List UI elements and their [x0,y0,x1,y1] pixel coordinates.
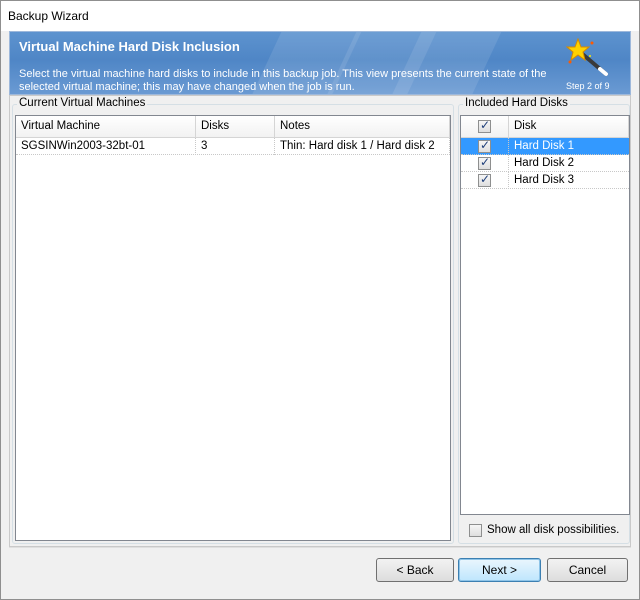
current-vms-group: Current Virtual Machines Virtual Machine… [12,97,454,544]
select-all-checkbox[interactable]: ✓ [478,118,491,133]
checkmark-icon: ✓ [480,118,491,132]
footer-divider [9,547,631,548]
magic-wand-icon [566,38,608,76]
checkmark-icon: ✓ [480,155,491,169]
vm-notes-cell: Thin: Hard disk 1 / Hard disk 2 [275,138,450,155]
disk-row-3[interactable]: ✓ Hard Disk 3 [461,172,629,189]
wizard-body: Current Virtual Machines Virtual Machine… [9,95,631,547]
column-notes[interactable]: Notes [275,116,450,138]
show-all-option[interactable]: Show all disk possibilities. [469,523,629,539]
checkmark-icon: ✓ [480,138,491,152]
disk-row-1[interactable]: ✓ Hard Disk 1 [461,138,629,155]
included-disks-legend: Included Hard Disks [463,97,570,109]
current-vms-legend: Current Virtual Machines [17,97,148,109]
checkmark-icon: ✓ [480,172,491,186]
vm-list-header: Virtual Machine Disks Notes [16,116,450,138]
vm-disks-cell: 3 [196,138,275,155]
disk-1-checkbox[interactable]: ✓ [478,138,491,153]
header-description: Select the virtual machine hard disks to… [19,68,547,93]
select-all-column[interactable]: ✓ [461,116,509,138]
disk-3-label: Hard Disk 3 [514,174,575,186]
vm-listview[interactable]: Virtual Machine Disks Notes SGSINWin2003… [15,115,451,541]
column-disk[interactable]: Disk [509,116,629,138]
column-disks[interactable]: Disks [196,116,275,138]
included-disks-group: Included Hard Disks ✓ Disk ✓ Hard Disk 1… [458,97,630,544]
disk-3-checkbox[interactable]: ✓ [478,172,491,187]
show-all-checkbox[interactable] [469,524,482,537]
backup-wizard-window: Backup Wizard Virtual Machine Hard Disk … [0,0,640,600]
header-title: Virtual Machine Hard Disk Inclusion [19,39,240,54]
vm-name-cell: SGSINWin2003-32bt-01 [16,138,196,155]
title-bar[interactable]: Backup Wizard [1,1,639,31]
wizard-header: Virtual Machine Hard Disk Inclusion Sele… [9,31,631,95]
step-indicator: Step 2 of 9 [566,81,610,91]
disk-list-header: ✓ Disk [461,116,629,138]
disk-check-cell: ✓ [461,155,509,172]
disk-listview[interactable]: ✓ Disk ✓ Hard Disk 1 ✓ Hard Disk 2 ✓ Har… [460,115,630,515]
back-button[interactable]: < Back [376,558,454,582]
disk-2-label: Hard Disk 2 [514,157,575,169]
cancel-button[interactable]: Cancel [547,558,628,582]
window-title: Backup Wizard [8,9,89,23]
disk-check-cell: ✓ [461,138,509,155]
disk-1-label: Hard Disk 1 [514,140,575,152]
disk-2-checkbox[interactable]: ✓ [478,155,491,170]
disk-check-cell: ✓ [461,172,509,189]
column-virtual-machine[interactable]: Virtual Machine [16,116,196,138]
next-button[interactable]: Next > [458,558,541,582]
disk-row-2[interactable]: ✓ Hard Disk 2 [461,155,629,172]
show-all-label: Show all disk possibilities. [487,524,620,536]
table-row[interactable]: SGSINWin2003-32bt-01 3 Thin: Hard disk 1… [16,138,450,155]
